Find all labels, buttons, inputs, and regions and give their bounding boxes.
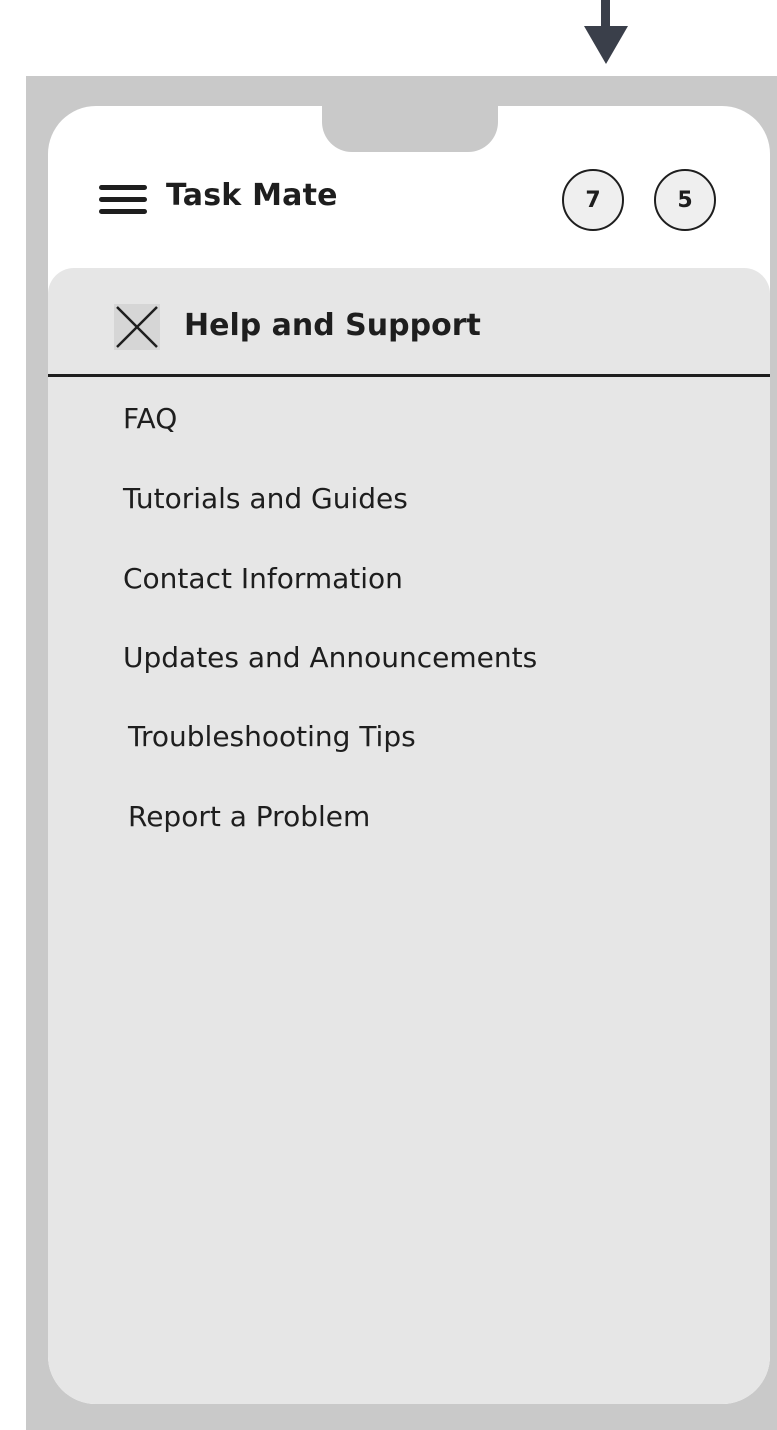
close-icon[interactable] [114,304,160,350]
app-header: Task Mate 7 5 [48,106,770,268]
arrow-down-icon [584,0,628,64]
message-badge[interactable]: 5 [654,169,716,231]
menu-item-troubleshooting[interactable]: Troubleshooting Tips [128,720,416,753]
drawer-title: Help and Support [184,308,481,343]
help-support-drawer: Help and Support FAQ Tutorials and Guide… [48,268,770,1404]
menu-item-faq[interactable]: FAQ [123,402,177,435]
notification-badge[interactable]: 7 [562,169,624,231]
drawer-header: Help and Support [48,268,770,377]
menu-item-tutorials[interactable]: Tutorials and Guides [123,482,408,515]
menu-item-updates[interactable]: Updates and Announcements [123,641,537,674]
app-title: Task Mate [166,178,338,213]
hamburger-menu-icon[interactable] [99,183,147,217]
phone-screen: Task Mate 7 5 Help and Support FAQ Tutor… [48,106,770,1404]
menu-item-report-problem[interactable]: Report a Problem [128,800,370,833]
menu-item-contact[interactable]: Contact Information [123,562,403,595]
